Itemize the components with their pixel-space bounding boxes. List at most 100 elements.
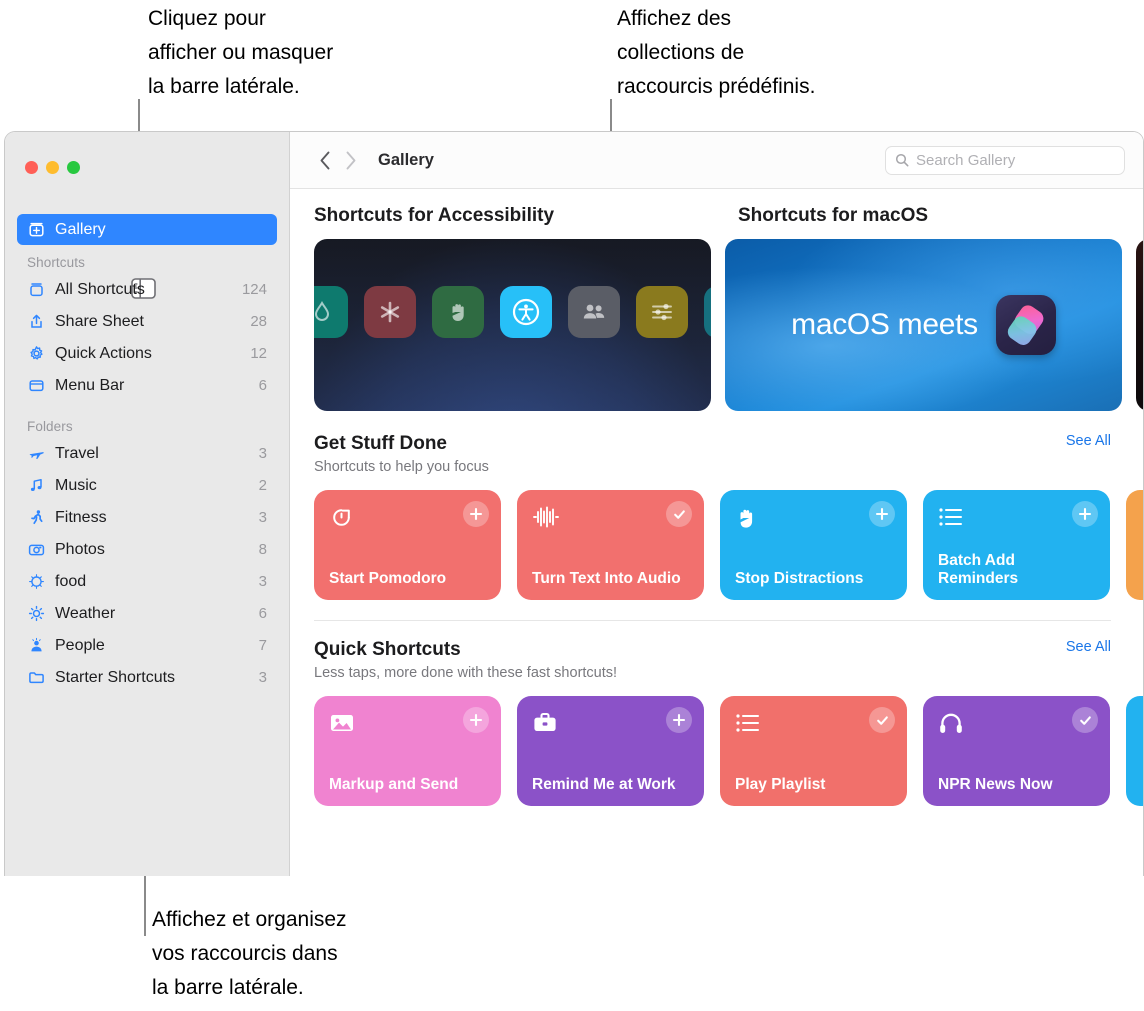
- section-header: Get Stuff Done Shortcuts to help you foc…: [314, 433, 1143, 475]
- gallery-icon: [27, 220, 46, 239]
- sidebar-item-people[interactable]: People 7: [17, 630, 277, 661]
- sliders-icon: [636, 286, 688, 338]
- section-header: Quick Shortcuts Less taps, more done wit…: [314, 639, 1143, 681]
- gallery-scroll-area[interactable]: Shortcuts for Accessibility Shortcuts fo…: [290, 189, 1143, 876]
- add-badge[interactable]: [869, 501, 895, 527]
- sidebar-item-label: Quick Actions: [55, 344, 152, 362]
- drop-icon: [314, 286, 348, 338]
- shortcut-card-markup-and-send[interactable]: Markup and Send: [314, 696, 501, 806]
- sidebar-item-fitness[interactable]: Fitness 3: [17, 502, 277, 533]
- close-button[interactable]: [25, 160, 38, 174]
- shortcut-card-stop-distractions[interactable]: Stop Distractions: [720, 490, 907, 600]
- zoom-button[interactable]: [67, 160, 80, 174]
- sidebar-item-count: 3: [258, 509, 267, 526]
- running-icon: [27, 508, 46, 527]
- shortcut-card-npr-news-now[interactable]: NPR News Now: [923, 696, 1110, 806]
- banner-macos-text: macOS meets: [791, 308, 978, 341]
- accessibility-tile-strip: [314, 286, 711, 338]
- menubar-icon: [27, 376, 46, 395]
- sidebar-item-label: All Shortcuts: [55, 280, 145, 298]
- forward-button[interactable]: [338, 147, 364, 173]
- sidebar-item-music[interactable]: Music 2: [17, 470, 277, 501]
- add-badge[interactable]: [1072, 501, 1098, 527]
- sidebar-item-all-shortcuts[interactable]: All Shortcuts 124: [17, 274, 277, 305]
- sidebar-group-shortcuts: Shortcuts: [27, 255, 85, 270]
- shortcut-card-batch-add-reminders[interactable]: Batch Add Reminders: [923, 490, 1110, 600]
- sidebar-item-weather[interactable]: Weather 6: [17, 598, 277, 629]
- sidebar-item-photos[interactable]: Photos 8: [17, 534, 277, 565]
- main-content: Gallery Search Gallery Shortcuts for Acc…: [290, 132, 1143, 876]
- sidebar-item-count: 3: [258, 669, 267, 686]
- added-badge[interactable]: [666, 501, 692, 527]
- card-title: Markup and Send: [329, 776, 459, 793]
- added-badge[interactable]: [869, 707, 895, 733]
- sidebar-item-quick-actions[interactable]: Quick Actions 12: [17, 338, 277, 369]
- sidebar-item-label: food: [55, 572, 87, 590]
- sidebar-group-folders: Folders: [27, 419, 73, 434]
- breadcrumb: Gallery: [378, 150, 434, 169]
- sidebar-item-label: Menu Bar: [55, 376, 125, 394]
- back-button[interactable]: [312, 147, 338, 173]
- banner-macos[interactable]: macOS meets: [725, 239, 1122, 411]
- add-badge[interactable]: [463, 501, 489, 527]
- shortcut-card-start-pomodoro[interactable]: Start Pomodoro: [314, 490, 501, 600]
- search-icon: [895, 153, 909, 167]
- banner-row: macOS meets: [290, 227, 1143, 411]
- banner-next-cut[interactable]: [1136, 239, 1143, 411]
- card-title: NPR News Now: [938, 776, 1053, 793]
- search-input[interactable]: Search Gallery: [885, 145, 1125, 175]
- sun-icon: [27, 604, 46, 623]
- card-title: Remind Me at Work: [532, 776, 676, 793]
- shortcut-card-remind-me-at-work[interactable]: Remind Me at Work: [517, 696, 704, 806]
- gear-icon: [27, 344, 46, 363]
- airplane-icon: [27, 444, 46, 463]
- minimize-button[interactable]: [46, 160, 59, 174]
- sidebar-item-label: Share Sheet: [55, 312, 144, 330]
- shortcut-card-cut[interactable]: [1126, 490, 1143, 600]
- callout-gallery-collections: Affichez des collections de raccourcis p…: [617, 7, 816, 98]
- callout-sidebar-organize: Affichez et organisez vos raccourcis dan…: [152, 908, 347, 999]
- shortcut-card-cut[interactable]: [1126, 696, 1143, 806]
- shortcuts-app-icon: [995, 295, 1056, 355]
- sidebar-item-count: 3: [258, 445, 267, 462]
- music-note-icon: [27, 476, 46, 495]
- all-shortcuts-icon: [27, 280, 46, 299]
- sidebar-item-count: 6: [258, 605, 267, 622]
- sidebar-item-label: Gallery: [55, 220, 106, 238]
- toolbar: Gallery Search Gallery: [290, 132, 1143, 189]
- see-all-link[interactable]: See All: [1066, 639, 1111, 655]
- sidebar-item-food[interactable]: food 3: [17, 566, 277, 597]
- sidebar-item-label: People: [55, 636, 105, 654]
- hand-raised-icon: [432, 286, 484, 338]
- sidebar-item-count: 2: [258, 477, 267, 494]
- section-get-stuff-done: Get Stuff Done Shortcuts to help you foc…: [290, 411, 1143, 600]
- folder-icon: [27, 668, 46, 687]
- shortcut-card-play-playlist[interactable]: Play Playlist: [720, 696, 907, 806]
- add-badge[interactable]: [666, 707, 692, 733]
- sidebar-item-gallery[interactable]: Gallery: [17, 214, 277, 245]
- sidebar-item-starter-shortcuts[interactable]: Starter Shortcuts 3: [17, 662, 277, 693]
- sidebar-item-label: Travel: [55, 444, 99, 462]
- card-title: Start Pomodoro: [329, 570, 447, 587]
- card-row: Markup and Send Remind Me at Work Play P…: [314, 696, 1143, 806]
- add-badge[interactable]: [463, 707, 489, 733]
- added-badge[interactable]: [1072, 707, 1098, 733]
- search-placeholder: Search Gallery: [916, 151, 1016, 169]
- banner-accessibility[interactable]: [314, 239, 711, 411]
- shortcut-card-turn-text-into-audio[interactable]: Turn Text Into Audio: [517, 490, 704, 600]
- sidebar-item-menu-bar[interactable]: Menu Bar 6: [17, 370, 277, 401]
- banner-headings: Shortcuts for Accessibility Shortcuts fo…: [290, 189, 1143, 227]
- leader-line-sidebar: [144, 876, 146, 936]
- card-title: Play Playlist: [735, 776, 826, 793]
- share-icon: [27, 312, 46, 331]
- see-all-link[interactable]: See All: [1066, 433, 1111, 449]
- sidebar-item-count: 3: [258, 573, 267, 590]
- card-title: Batch Add Reminders: [938, 552, 1019, 587]
- sidebar-item-label: Starter Shortcuts: [55, 668, 176, 686]
- sidebar-item-share-sheet[interactable]: Share Sheet 28: [17, 306, 277, 337]
- sidebar-item-travel[interactable]: Travel 3: [17, 438, 277, 469]
- sidebar-item-label: Photos: [55, 540, 105, 558]
- shortcuts-app-window: Gallery Shortcuts All Shortcuts 124 Shar…: [4, 131, 1144, 876]
- section-subtitle: Shortcuts to help you focus: [314, 459, 489, 475]
- sidebar-item-count: 6: [258, 377, 267, 394]
